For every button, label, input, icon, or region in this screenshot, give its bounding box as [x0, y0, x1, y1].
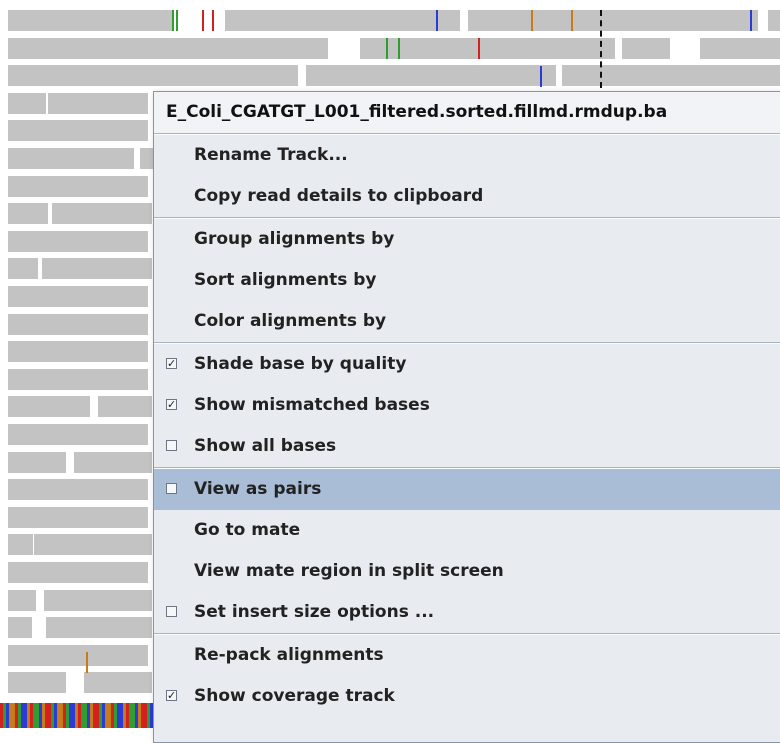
alignment-read[interactable]: [8, 230, 148, 252]
alignment-read[interactable]: [8, 617, 32, 639]
menu-item-view-as-pairs[interactable]: View as pairs: [154, 469, 780, 510]
alignment-read[interactable]: [225, 10, 460, 31]
alignment-read[interactable]: [98, 396, 152, 418]
alignment-read[interactable]: [84, 672, 152, 694]
menu-item-color-alignments-by[interactable]: Color alignments by: [154, 301, 780, 342]
alignment-read[interactable]: [8, 396, 90, 418]
menu-item-label: View mate region in split screen: [194, 561, 504, 581]
mismatch-mark: [398, 38, 400, 59]
unchecked-box-icon: [166, 440, 177, 451]
alignment-read[interactable]: [8, 672, 66, 694]
alignment-read[interactable]: [768, 10, 780, 31]
alignment-read[interactable]: [8, 92, 46, 114]
menu-item-label: Show coverage track: [194, 686, 395, 706]
alignment-read[interactable]: [8, 341, 148, 363]
menu-item-show-coverage-track[interactable]: ✓ Show coverage track: [154, 676, 780, 717]
alignment-read[interactable]: [8, 451, 66, 473]
mismatch-mark: [386, 38, 388, 59]
alignment-read[interactable]: [44, 589, 152, 611]
center-line: [600, 10, 602, 88]
menu-item-set-insert-size-options[interactable]: Set insert size options ...: [154, 592, 780, 633]
menu-item-view-mate-region-in-split-screen[interactable]: View mate region in split screen: [154, 551, 780, 592]
checked-box-icon: ✓: [166, 357, 177, 370]
menu-item-shade-base-by-quality[interactable]: ✓ Shade base by quality: [154, 344, 780, 385]
alignment-read[interactable]: [34, 534, 152, 556]
alignment-read[interactable]: [8, 368, 148, 390]
mismatch-mark: [436, 10, 438, 31]
alignment-read[interactable]: [8, 203, 48, 225]
alignment-read[interactable]: [8, 148, 134, 169]
alignment-read[interactable]: [8, 37, 328, 59]
alignment-read[interactable]: [8, 589, 36, 611]
menu-item-label: Re-pack alignments: [194, 645, 384, 665]
menu-item-label: Rename Track...: [194, 145, 348, 165]
mismatch-mark: [478, 38, 480, 59]
menu-item-sort-alignments-by[interactable]: Sort alignments by: [154, 260, 780, 301]
alignment-read[interactable]: [700, 37, 780, 59]
alignment-read[interactable]: [8, 424, 148, 445]
alignment-read[interactable]: [42, 258, 152, 280]
menu-item-copy-read-details-to-clipboard[interactable]: Copy read details to clipboard: [154, 176, 780, 217]
alignment-read[interactable]: [8, 479, 148, 501]
alignment-read[interactable]: [8, 65, 298, 87]
alignment-read[interactable]: [140, 148, 153, 169]
menu-item-label: Show all bases: [194, 436, 337, 456]
alignment-read[interactable]: [8, 175, 148, 197]
alignment-read[interactable]: [8, 506, 148, 528]
mismatch-mark: [571, 10, 573, 31]
mismatch-mark: [531, 10, 533, 31]
alignment-read[interactable]: [306, 65, 556, 87]
menu-item-label: Group alignments by: [194, 229, 395, 249]
mismatch-mark: [212, 10, 214, 31]
alignment-read[interactable]: [562, 65, 780, 87]
menu-item-show-mismatched-bases[interactable]: ✓ Show mismatched bases: [154, 385, 780, 426]
alignment-read[interactable]: [622, 37, 670, 59]
track-context-menu: E_Coli_CGATGT_L001_filtered.sorted.fillm…: [153, 91, 780, 743]
alignment-read[interactable]: [8, 534, 33, 556]
mismatch-mark: [202, 10, 204, 31]
unchecked-box-icon: [166, 606, 177, 617]
menu-item-label: Show mismatched bases: [194, 395, 430, 415]
alignment-read[interactable]: [52, 203, 152, 225]
alignment-read[interactable]: [8, 258, 38, 280]
menu-item-label: Set insert size options ...: [194, 602, 435, 622]
menu-item-label: Color alignments by: [194, 311, 387, 331]
mismatch-mark: [86, 652, 88, 673]
menu-body: Rename Track... Copy read details to clip…: [154, 133, 780, 717]
menu-item-label: Copy read details to clipboard: [194, 186, 484, 206]
mismatch-mark: [176, 10, 178, 31]
unchecked-box-icon: [166, 483, 177, 494]
alignment-read[interactable]: [48, 92, 148, 114]
menu-item-rename-track[interactable]: Rename Track...: [154, 135, 780, 176]
menu-item-label: Shade base by quality: [194, 354, 407, 374]
menu-title: E_Coli_CGATGT_L001_filtered.sorted.fillm…: [154, 92, 780, 133]
alignment-read[interactable]: [8, 286, 148, 307]
alignment-read[interactable]: [8, 644, 148, 666]
alignment-read[interactable]: [46, 617, 152, 639]
menu-item-label: Sort alignments by: [194, 270, 377, 290]
alignment-read[interactable]: [74, 451, 152, 473]
alignment-read[interactable]: [468, 10, 758, 31]
menu-item-re-pack-alignments[interactable]: Re-pack alignments: [154, 635, 780, 676]
menu-item-group-alignments-by[interactable]: Group alignments by: [154, 219, 780, 260]
menu-item-label: View as pairs: [194, 479, 322, 499]
mismatch-mark: [172, 10, 174, 31]
checked-box-icon: ✓: [166, 398, 177, 411]
mismatch-mark: [540, 66, 542, 87]
reference-sequence-track: [0, 703, 153, 728]
menu-item-show-all-bases[interactable]: Show all bases: [154, 426, 780, 467]
menu-item-go-to-mate[interactable]: Go to mate: [154, 510, 780, 551]
alignment-read[interactable]: [8, 313, 148, 335]
mismatch-mark: [750, 10, 752, 31]
checked-box-icon: ✓: [166, 689, 177, 702]
alignment-read[interactable]: [8, 10, 173, 31]
alignment-read[interactable]: [8, 120, 148, 142]
menu-item-label: Go to mate: [194, 520, 301, 540]
alignment-read[interactable]: [8, 562, 148, 583]
